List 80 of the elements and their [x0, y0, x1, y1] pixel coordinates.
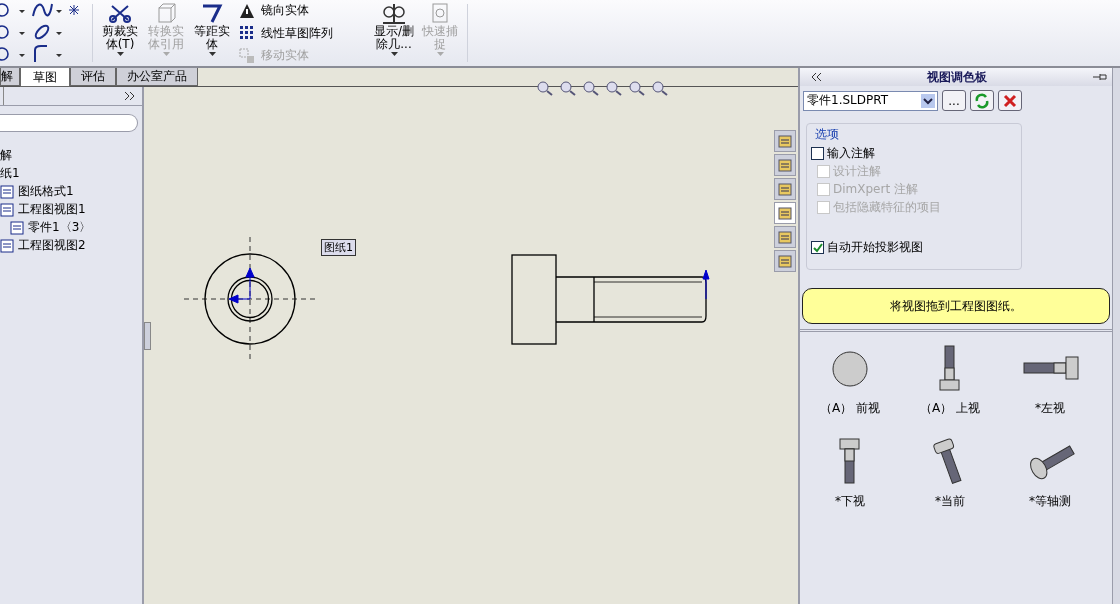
- view-tool-icon[interactable]: [582, 80, 600, 96]
- tree-item[interactable]: 零件1〈3〉: [28, 219, 92, 236]
- view-tool-icon[interactable]: [651, 80, 669, 96]
- tree-item[interactable]: 解: [0, 147, 12, 164]
- checkbox-label: 设计注解: [833, 162, 881, 180]
- glasses-icon: [382, 2, 406, 24]
- view-thumbnail[interactable]: *当前: [900, 437, 1000, 510]
- offset-icon: [200, 2, 224, 24]
- task-pane-icon: [777, 157, 793, 173]
- checkbox-label: 包括隐藏特征的项目: [833, 198, 941, 216]
- task-pane-tab[interactable]: [774, 250, 796, 272]
- ribbon-tab[interactable]: 解: [0, 68, 20, 86]
- view-thumbnail[interactable]: （A） 上视: [900, 344, 1000, 417]
- task-pane-icon: [777, 133, 793, 149]
- ribbon-tab[interactable]: 办公室产品: [116, 68, 198, 86]
- browse-button[interactable]: ...: [942, 90, 966, 111]
- task-pane-icon: [777, 181, 793, 197]
- close-icon: [1002, 92, 1018, 109]
- caret-icon: [921, 93, 935, 108]
- refresh-icon: [974, 92, 990, 109]
- ribbon-tab[interactable]: 草图: [20, 68, 70, 87]
- view-tool-icon[interactable]: [605, 80, 623, 96]
- view-tool-icon[interactable]: [536, 80, 554, 96]
- collapse-icon[interactable]: [810, 72, 822, 82]
- sketch-tools-icon[interactable]: [0, 2, 80, 64]
- task-pane-tab[interactable]: [774, 154, 796, 176]
- close-button[interactable]: [998, 90, 1022, 111]
- task-pane-tab[interactable]: [774, 130, 796, 152]
- toolbar-button[interactable]: 等距实体: [189, 0, 235, 66]
- checkbox-label: DimXpert 注解: [833, 180, 918, 198]
- view-thumbnail[interactable]: *下视: [800, 437, 900, 510]
- view-tool-icon[interactable]: [628, 80, 646, 96]
- toolbar-button[interactable]: 显示/删除几...: [371, 0, 417, 66]
- ribbon-tab[interactable]: 评估: [70, 68, 116, 86]
- warning-icon: [239, 2, 255, 19]
- expand-icon[interactable]: [124, 91, 136, 101]
- filter-field[interactable]: [0, 114, 138, 132]
- toolbar-button[interactable]: 镜向实体: [239, 0, 367, 21]
- task-pane-icon: [777, 253, 793, 269]
- refresh-button[interactable]: [970, 90, 994, 111]
- toolbar-button[interactable]: 剪裁实体(T): [97, 0, 143, 66]
- tree-node-icon: [0, 202, 14, 217]
- caret-icon: [116, 52, 124, 56]
- panel-title: 视图调色板: [927, 68, 987, 86]
- tree-item[interactable]: 工程图视图2: [18, 237, 86, 254]
- view-thumbnail[interactable]: *等轴测: [1000, 437, 1100, 510]
- checkbox[interactable]: [811, 240, 824, 254]
- tree-item[interactable]: 纸1: [0, 165, 20, 182]
- check-icon: [812, 241, 823, 253]
- checkbox-label: 输入注解: [827, 144, 875, 162]
- tree-node-icon: [0, 184, 14, 199]
- checkbox-label: 自动开始投影视图: [827, 238, 923, 256]
- view-tool-icon[interactable]: [559, 80, 577, 96]
- checkbox[interactable]: [811, 146, 824, 160]
- caret-icon: [162, 52, 170, 56]
- task-pane-tab[interactable]: [774, 178, 796, 200]
- message-banner: 将视图拖到工程图图纸。: [802, 288, 1110, 324]
- splitter-handle[interactable]: [144, 322, 151, 350]
- tree-item[interactable]: 图纸格式1: [18, 183, 74, 200]
- file-dropdown[interactable]: 零件1.SLDPRT: [803, 90, 938, 111]
- task-pane-tab[interactable]: [774, 202, 796, 224]
- caret-icon: [436, 52, 444, 56]
- group-title: 选项: [815, 126, 840, 143]
- scissors-icon: [108, 2, 132, 24]
- task-pane-icon: [777, 229, 793, 245]
- toolbar-button[interactable]: 线性草图阵列: [239, 22, 367, 44]
- tree-item[interactable]: 工程图视图1: [18, 201, 86, 218]
- pin-icon[interactable]: [1092, 72, 1108, 82]
- panel-tab[interactable]: [0, 87, 4, 105]
- grid-icon: [239, 25, 255, 41]
- tree-node-icon: [0, 238, 14, 253]
- task-pane-icon: [777, 205, 793, 221]
- view-thumbnail[interactable]: （A） 前视: [800, 344, 900, 417]
- caret-icon: [390, 52, 398, 56]
- tree-node-icon: [10, 220, 24, 235]
- caret-icon: [208, 52, 216, 56]
- task-pane-tab[interactable]: [774, 226, 796, 248]
- sheet-label: 图纸1: [321, 239, 356, 256]
- move-icon: [239, 47, 255, 64]
- view-thumbnail[interactable]: *左视: [1000, 344, 1100, 417]
